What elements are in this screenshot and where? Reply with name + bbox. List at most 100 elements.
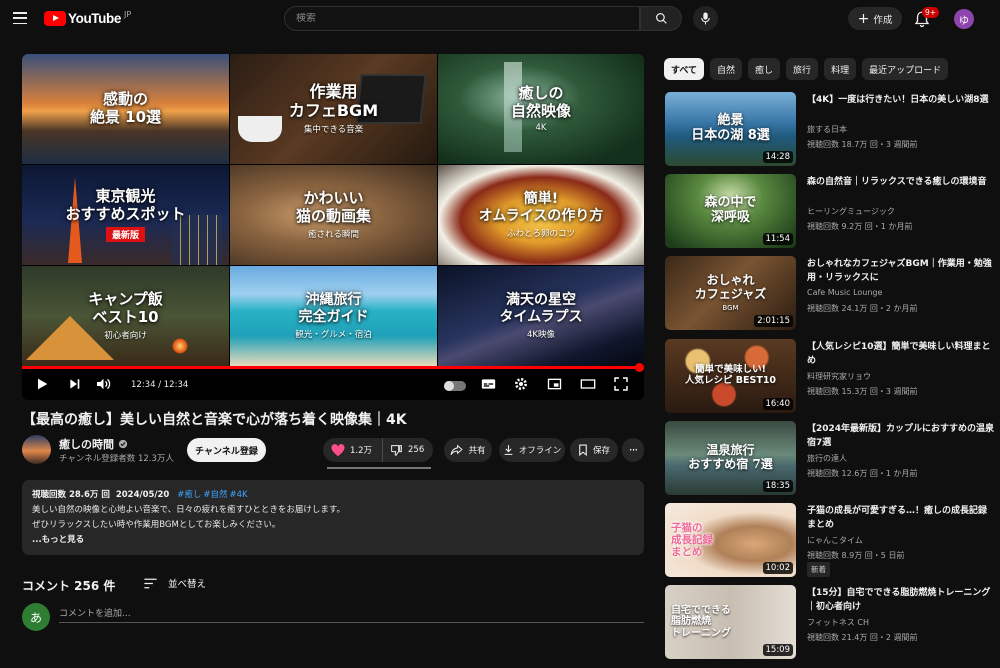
channel-name[interactable]: Cafe Music Lounge	[807, 288, 882, 297]
create-button[interactable]: + 作成	[848, 7, 902, 30]
sort-label: 並べ替え	[168, 579, 207, 590]
chip-travel[interactable]: 旅行	[786, 58, 819, 80]
grid-cell-camping: キャンプ飯 ベスト10 初心者向け	[22, 266, 229, 366]
channel-name[interactable]: 旅行の達人	[807, 453, 847, 464]
sort-icon	[144, 578, 157, 588]
recommended-video[interactable]: 温泉旅行 おすすめ宿 7選 18:35 【2024年最新版】カップルにおすすめの…	[665, 421, 995, 495]
video-title[interactable]: 森の自然音｜リラックスできる癒しの環境音	[807, 175, 995, 189]
channel-name[interactable]: ヒーリングミュージック	[807, 206, 895, 217]
voice-search-button[interactable]	[693, 6, 718, 31]
grid-cell-stars: 満天の星空 タイムラプス 4K映像	[438, 266, 644, 366]
next-icon[interactable]	[67, 376, 83, 392]
video-thumbnail[interactable]: おしゃれ カフェジャズ BGM 2:01:15	[665, 256, 796, 330]
toggle-knob	[444, 381, 454, 391]
channel-name-row[interactable]: 癒しの時間	[59, 436, 128, 452]
channel-name[interactable]: 料理研究家リョウ	[807, 371, 871, 382]
recommended-video[interactable]: おしゃれ カフェジャズ BGM 2:01:15 おしゃれなカフェジャズBGM｜作…	[665, 256, 995, 330]
theater-mode-icon[interactable]	[579, 376, 597, 392]
video-thumbnail[interactable]: 森の中で 深呼吸 11:54	[665, 174, 796, 248]
grid-subtitle: 集中できる音楽	[303, 124, 364, 135]
search-button[interactable]	[640, 6, 682, 31]
search-input[interactable]	[296, 13, 639, 24]
search-icon	[655, 13, 667, 24]
fullscreen-icon[interactable]	[613, 376, 629, 392]
channel-name[interactable]: にゃんこタイム	[807, 535, 863, 546]
search-box[interactable]	[284, 6, 640, 31]
recommended-video[interactable]: 子猫の 成長記録 まとめ 10:02 子猫の成長が可愛すぎる…！癒しの成長記録ま…	[665, 503, 995, 577]
grid-title: 沖縄旅行 完全ガイド	[298, 292, 369, 325]
recommended-video[interactable]: 簡単で美味しい! 人気レシピ BEST10 16:40 【人気レシピ10選】簡単…	[665, 339, 995, 413]
video-thumbnail[interactable]: 子猫の 成長記録 まとめ 10:02	[665, 503, 796, 577]
settings-gear-icon[interactable]	[513, 376, 529, 392]
campfire-decor	[172, 338, 188, 354]
grid-subtitle: 4K映像	[527, 329, 555, 340]
subtitles-icon[interactable]	[480, 376, 497, 392]
video-thumbnail[interactable]: 自宅でできる 脂肪燃焼 トレーニング 15:09	[665, 585, 796, 659]
account-avatar[interactable]: ゆ	[954, 9, 974, 29]
youtube-logo[interactable]: YouTube JP	[44, 10, 131, 26]
microphone-icon	[701, 12, 710, 25]
like-button[interactable]: 1.2万	[323, 438, 383, 462]
channel-name[interactable]: 旅する日本	[807, 124, 847, 135]
menu-icon[interactable]	[13, 12, 27, 24]
video-thumbnail[interactable]: 絶景 日本の湖 8選 14:28	[665, 92, 796, 166]
video-thumbnail[interactable]: 簡単で美味しい! 人気レシピ BEST10 16:40	[665, 339, 796, 413]
video-title[interactable]: 【人気レシピ10選】簡単で美味しい料理まとめ	[807, 340, 995, 368]
grid-title: キャンプ飯 ベスト10	[88, 290, 163, 326]
sort-comments-button[interactable]: 並べ替え	[143, 576, 206, 590]
video-stats: 視聴回数 18.7万 回・3 週間前	[807, 140, 918, 149]
thumbs-down-icon	[391, 444, 402, 456]
grid-cell-omurice: 簡単! オムライスの作り方 ふわとろ卵のコツ	[438, 165, 644, 265]
recommended-video[interactable]: 絶景 日本の湖 8選 14:28 【4K】一度は行きたい！日本の美しい湖8選 旅…	[665, 92, 995, 166]
progress-bar[interactable]	[22, 363, 644, 372]
duration-badge: 2:01:15	[754, 315, 793, 327]
chip-cooking[interactable]: 料理	[824, 58, 857, 80]
like-underline	[327, 467, 431, 469]
logo-text: YouTube	[68, 11, 121, 26]
notification-badge: 9+	[922, 7, 940, 18]
hashtag-link[interactable]: #癒し	[177, 490, 201, 500]
share-button[interactable]: 共有	[444, 438, 492, 462]
recommended-video[interactable]: 自宅でできる 脂肪燃焼 トレーニング 15:09 【15分】自宅でできる脂肪燃焼…	[665, 585, 995, 659]
video-title[interactable]: おしゃれなカフェジャズBGM｜作業用・勉強用・リラックスに	[807, 257, 995, 285]
video-stats: 視聴回数 12.6万 回・1 か月前	[807, 469, 918, 478]
save-button[interactable]: 保存	[570, 438, 618, 462]
thumbnail-subtext: BGM	[722, 303, 739, 312]
dislike-button[interactable]: 256	[383, 444, 424, 457]
video-title[interactable]: 【15分】自宅でできる脂肪燃焼トレーニング｜初心者向け	[807, 586, 995, 614]
video-title[interactable]: 【2024年最新版】カップルにおすすめの温泉宿7選	[807, 422, 995, 450]
subscriber-count: チャンネル登録者数 12.3万人	[59, 454, 174, 464]
view-count: 視聴回数 28.6万 回	[32, 490, 110, 500]
video-stats: 視聴回数 15.3万 回・3 週間前	[807, 387, 918, 396]
description-line: ぜひリラックスしたい時や作業用BGMとしてお楽しみください。	[32, 520, 281, 530]
miniplayer-icon[interactable]	[546, 376, 563, 392]
volume-icon[interactable]	[95, 376, 112, 392]
video-thumbnail[interactable]: 温泉旅行 おすすめ宿 7選 18:35	[665, 421, 796, 495]
play-icon[interactable]	[34, 376, 50, 392]
offline-download-button[interactable]: オフライン	[499, 438, 565, 462]
autoplay-toggle[interactable]	[444, 381, 466, 391]
video-title[interactable]: 子猫の成長が可愛すぎる…！癒しの成長記録まとめ	[807, 504, 995, 532]
more-actions-button[interactable]: ···	[622, 438, 644, 462]
description-meta: 視聴回数 28.6万 回 2024/05/20 #癒し #自然 #4K	[32, 488, 634, 503]
channel-name[interactable]: 癒しの時間	[59, 436, 114, 452]
duration-badge: 10:02	[762, 562, 793, 574]
progress-handle[interactable]	[635, 363, 644, 372]
bookmark-icon	[579, 444, 587, 456]
channel-name[interactable]: フィットネス CH	[807, 617, 869, 628]
video-title[interactable]: 【4K】一度は行きたい！日本の美しい湖8選	[807, 93, 995, 107]
chip-all[interactable]: すべて	[664, 58, 705, 80]
recommended-video[interactable]: 森の中で 深呼吸 11:54 森の自然音｜リラックスできる癒しの環境音 ヒーリン…	[665, 174, 995, 248]
show-more-link[interactable]: ...もっと見る	[32, 533, 634, 548]
video-player[interactable]: 感動の 絶景 10選 作業用 カフェBGM 集中できる音楽 癒しの 自然映像 4…	[22, 54, 644, 400]
subscribe-button[interactable]: チャンネル登録	[187, 438, 266, 462]
grid-subtitle: 観光・グルメ・宿泊	[295, 329, 372, 340]
hashtag-link[interactable]: #自然	[203, 490, 227, 500]
description-box[interactable]: 視聴回数 28.6万 回 2024/05/20 #癒し #自然 #4K 美しい自然の…	[22, 480, 644, 555]
chip-nature[interactable]: 自然	[710, 58, 743, 80]
chip-healing[interactable]: 癒し	[748, 58, 781, 80]
chip-recent[interactable]: 最近アップロード	[862, 58, 949, 80]
comment-input[interactable]	[59, 605, 644, 623]
hashtag-link[interactable]: #4K	[230, 490, 248, 500]
channel-avatar[interactable]	[22, 435, 51, 464]
